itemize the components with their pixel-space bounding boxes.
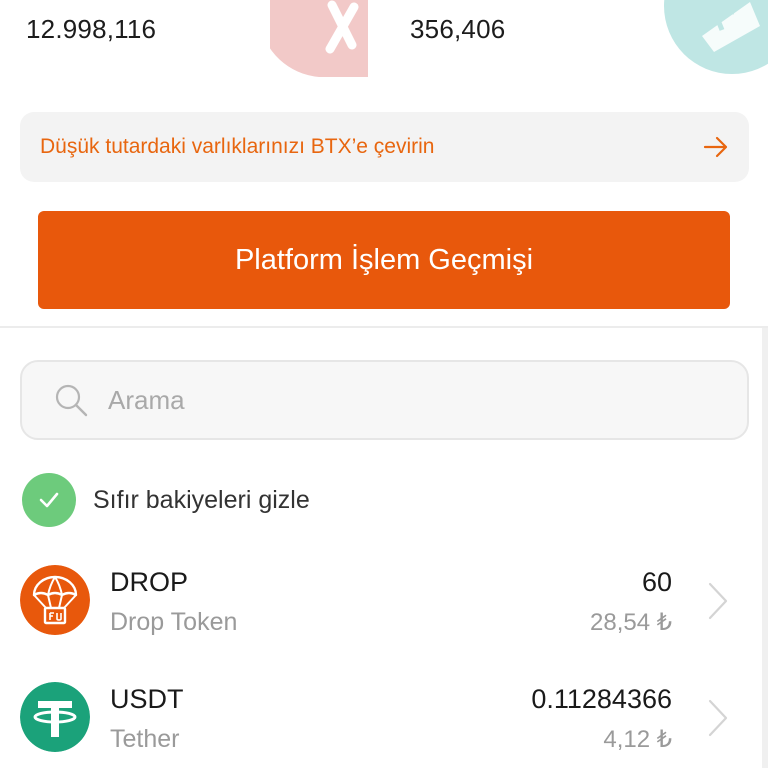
parachute-icon <box>20 565 90 635</box>
convert-small-balances-banner[interactable]: Düşük tutardaki varlıklarınızı BTX’e çev… <box>20 112 749 182</box>
asset-symbol: DROP <box>110 567 189 597</box>
section-divider <box>0 326 768 328</box>
tether-icon <box>20 682 90 752</box>
asset-name: Tether <box>110 725 180 753</box>
hide-zero-balances-toggle[interactable]: Sıfır bakiyeleri gizle <box>22 473 310 527</box>
stats-strip: 12.998,116 356,406 <box>0 0 768 80</box>
asset-fiat-value: 4,12 ₺ <box>603 726 672 753</box>
asset-amount: 0.11284366 <box>531 684 672 714</box>
coin-x-decoration-icon <box>270 0 368 77</box>
checkbox-checked[interactable] <box>22 473 76 527</box>
asset-name: Drop Token <box>110 608 238 636</box>
chevron-right-icon <box>708 699 728 737</box>
checkmark-icon <box>39 492 59 508</box>
asset-symbol: USDT <box>110 684 184 714</box>
search-icon <box>55 384 88 417</box>
search-box[interactable] <box>20 360 749 440</box>
asset-row-drop[interactable]: DROP Drop Token 60 28,54 ₺ <box>0 555 768 665</box>
platform-history-button[interactable]: Platform İşlem Geçmişi <box>38 211 730 309</box>
convert-banner-text: Düşük tutardaki varlıklarınızı BTX’e çev… <box>40 135 435 158</box>
stat-value-right: 356,406 <box>410 14 506 44</box>
hide-zero-balances-label: Sıfır bakiyeleri gizle <box>93 485 310 514</box>
chevron-right-icon <box>708 582 728 620</box>
stat-value-left: 12.998,116 <box>26 14 157 44</box>
search-input[interactable] <box>108 384 668 416</box>
asset-amount: 60 <box>641 567 672 597</box>
asset-row-usdt[interactable]: USDT Tether 0.11284366 4,12 ₺ <box>0 672 768 768</box>
asset-fiat-value: 28,54 ₺ <box>590 609 672 636</box>
arrow-right-icon <box>703 136 728 158</box>
coin-decoration-icon <box>664 0 768 74</box>
